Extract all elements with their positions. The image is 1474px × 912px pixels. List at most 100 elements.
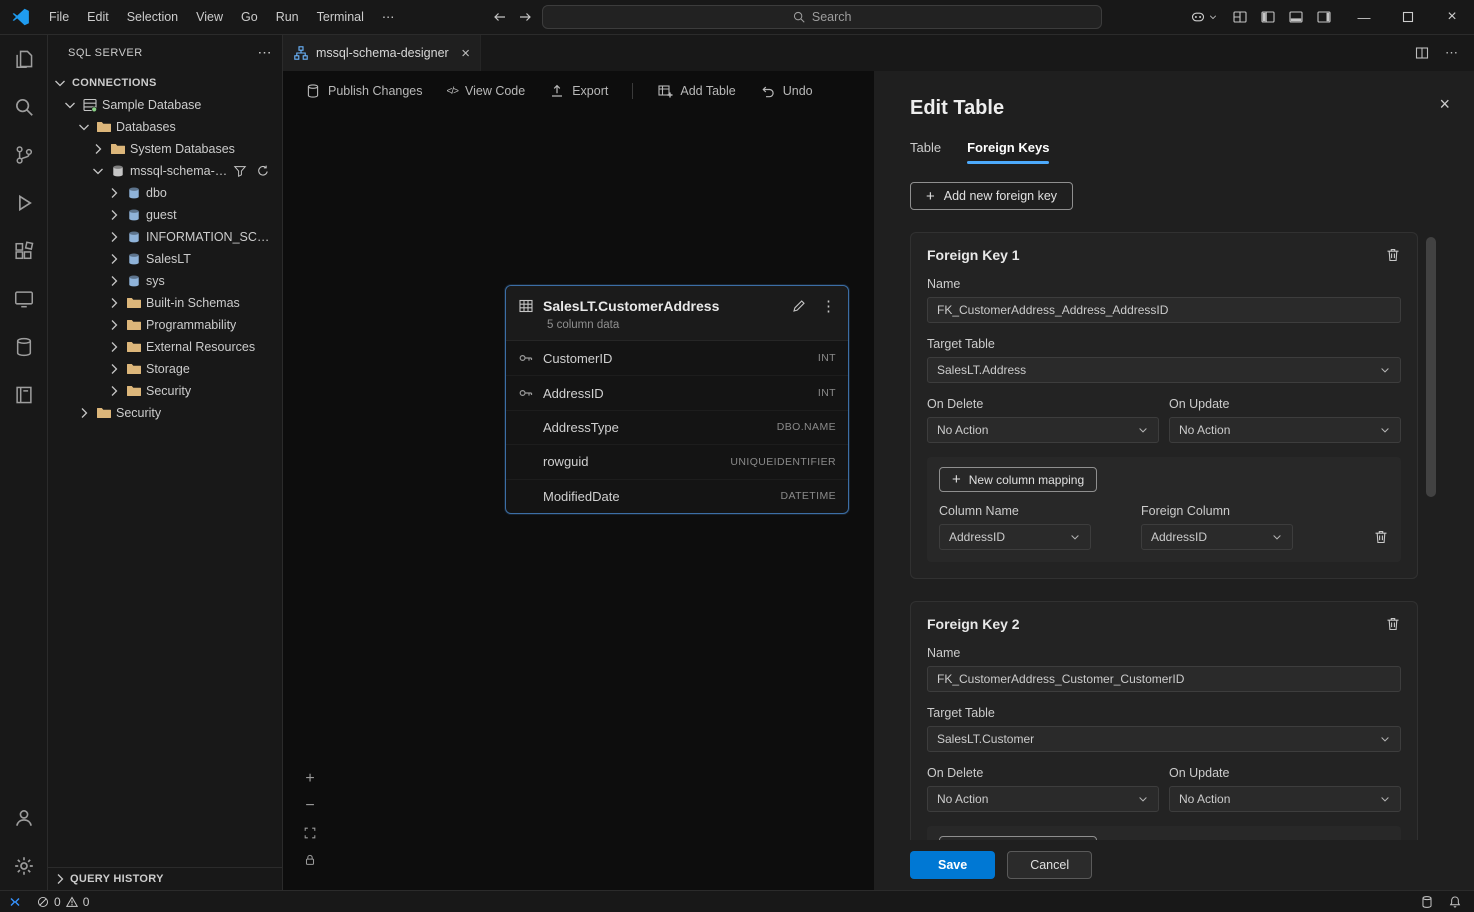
view-code-button[interactable]: </> View Code	[447, 84, 526, 98]
tree-item-server-security[interactable]: Security	[48, 402, 282, 424]
delete-mapping-icon[interactable]	[1373, 529, 1389, 545]
diagram-canvas[interactable]: SalesLT.CustomerAddress ⋮ 5 column data	[283, 111, 874, 890]
menu-more[interactable]: ⋯	[373, 5, 404, 29]
foreign-key-name-input[interactable]	[927, 297, 1401, 323]
filter-icon[interactable]	[233, 164, 247, 178]
delete-foreign-key-icon[interactable]	[1385, 247, 1401, 263]
menu-go[interactable]: Go	[232, 5, 267, 29]
foreign-key-name-input[interactable]	[927, 666, 1401, 692]
menu-edit[interactable]: Edit	[78, 5, 118, 29]
copilot-menu[interactable]	[1190, 9, 1218, 25]
remote-explorer-icon[interactable]	[0, 275, 48, 323]
tree-item-system-databases[interactable]: System Databases	[48, 138, 282, 160]
sidebar-more-icon[interactable]: ⋯	[258, 44, 273, 61]
tree-item-guest[interactable]: guest	[48, 204, 282, 226]
customize-layout-icon[interactable]	[1232, 9, 1248, 25]
layout-controls	[1232, 9, 1332, 25]
add-foreign-key-button[interactable]: + Add new foreign key	[910, 182, 1073, 210]
delete-foreign-key-icon[interactable]	[1385, 616, 1401, 632]
menu-terminal[interactable]: Terminal	[308, 5, 373, 29]
export-button[interactable]: Export	[549, 83, 608, 99]
maximize-button[interactable]	[1386, 0, 1430, 35]
close-window-button[interactable]: ×	[1430, 0, 1474, 35]
target-table-dropdown[interactable]: SalesLT.Address	[927, 357, 1401, 383]
notebooks-icon[interactable]	[0, 371, 48, 419]
toggle-panel-icon[interactable]	[1288, 9, 1304, 25]
panel-scrollbar[interactable]	[1426, 237, 1436, 497]
tree-item-sample-database[interactable]: Sample Database	[48, 94, 282, 116]
source-control-icon[interactable]	[0, 131, 48, 179]
split-editor-icon[interactable]	[1414, 45, 1430, 61]
zoom-out-button[interactable]: −	[302, 798, 318, 814]
fit-view-button[interactable]	[302, 825, 318, 841]
toggle-sidebar-icon[interactable]	[1260, 9, 1276, 25]
zoom-in-button[interactable]: +	[302, 771, 318, 787]
chevron-right-icon	[106, 229, 122, 245]
tree-item-databases[interactable]: Databases	[48, 116, 282, 138]
search-input[interactable]: Search	[542, 5, 1102, 29]
on-update-dropdown[interactable]: No Action	[1169, 417, 1401, 443]
cancel-button[interactable]: Cancel	[1007, 851, 1092, 879]
close-panel-icon[interactable]: ×	[1439, 95, 1450, 113]
menu-selection[interactable]: Selection	[118, 5, 187, 29]
minimize-button[interactable]: —	[1342, 0, 1386, 35]
edit-table-pencil-icon[interactable]	[791, 298, 807, 314]
chevron-right-icon	[106, 383, 122, 399]
tree-item-information-schema[interactable]: INFORMATION_SCHEMA	[48, 226, 282, 248]
tree-item-mssql-schema-database[interactable]: mssql-schema-de...	[48, 160, 282, 182]
column-row[interactable]: AddressID INT	[506, 375, 848, 409]
query-history-section[interactable]: QUERY HISTORY	[48, 867, 282, 890]
column-row[interactable]: CustomerID INT	[506, 341, 848, 375]
tree-item-saleslt[interactable]: SalesLT	[48, 248, 282, 270]
add-table-button[interactable]: Add Table	[657, 83, 735, 99]
explorer-icon[interactable]	[0, 35, 48, 83]
tab-mssql-schema-designer[interactable]: mssql-schema-designer ×	[283, 35, 481, 71]
publish-changes-button[interactable]: Publish Changes	[305, 83, 423, 99]
editor-more-actions-icon[interactable]: ⋯	[1445, 45, 1458, 61]
toggle-secondary-sidebar-icon[interactable]	[1316, 9, 1332, 25]
tab-table[interactable]: Table	[910, 140, 941, 164]
extensions-icon[interactable]	[0, 227, 48, 275]
forward-arrow-icon[interactable]	[517, 9, 533, 25]
on-update-dropdown[interactable]: No Action	[1169, 786, 1401, 812]
target-table-dropdown[interactable]: SalesLT.Customer	[927, 726, 1401, 752]
on-delete-dropdown[interactable]: No Action	[927, 417, 1159, 443]
tree-item-sys[interactable]: sys	[48, 270, 282, 292]
search-view-icon[interactable]	[0, 83, 48, 131]
refresh-icon[interactable]	[256, 164, 270, 178]
column-row[interactable]: ModifiedDate DATETIME	[506, 479, 848, 513]
table-node-menu-icon[interactable]: ⋮	[821, 297, 836, 315]
tree-item-dbo[interactable]: dbo	[48, 182, 282, 204]
tree-item-database-security[interactable]: Security	[48, 380, 282, 402]
problems-status[interactable]: 0 0	[30, 895, 95, 909]
menu-run[interactable]: Run	[267, 5, 308, 29]
account-icon[interactable]	[0, 794, 48, 842]
on-delete-label: On Delete	[927, 397, 1159, 411]
lock-canvas-button[interactable]	[302, 852, 318, 868]
on-delete-dropdown[interactable]: No Action	[927, 786, 1159, 812]
column-row[interactable]: AddressType DBO.NAME	[506, 410, 848, 444]
tab-foreign-keys[interactable]: Foreign Keys	[967, 140, 1049, 164]
table-node-customeraddress[interactable]: SalesLT.CustomerAddress ⋮ 5 column data	[505, 285, 849, 514]
tree-item-programmability[interactable]: Programmability	[48, 314, 282, 336]
tree-item-storage[interactable]: Storage	[48, 358, 282, 380]
tree-item-built-in-schemas[interactable]: Built-in Schemas	[48, 292, 282, 314]
tree-item-external-resources[interactable]: External Resources	[48, 336, 282, 358]
remote-indicator[interactable]	[0, 891, 30, 912]
menu-file[interactable]: File	[40, 5, 78, 29]
run-debug-icon[interactable]	[0, 179, 48, 227]
connection-status-icon[interactable]	[1420, 895, 1434, 909]
column-row[interactable]: rowguid UNIQUEIDENTIFIER	[506, 444, 848, 478]
settings-gear-icon[interactable]	[0, 842, 48, 890]
menu-view[interactable]: View	[187, 5, 232, 29]
column-name-dropdown[interactable]: AddressID	[939, 524, 1091, 550]
foreign-column-dropdown[interactable]: AddressID	[1141, 524, 1293, 550]
save-button[interactable]: Save	[910, 851, 995, 879]
undo-button[interactable]: Undo	[760, 83, 813, 99]
notifications-bell-icon[interactable]	[1448, 895, 1462, 909]
new-column-mapping-button[interactable]: + New column mapping	[939, 467, 1097, 492]
tree-section-connections[interactable]: CONNECTIONS	[48, 72, 282, 94]
sql-server-view-icon[interactable]	[0, 323, 48, 371]
tab-close-icon[interactable]: ×	[461, 46, 470, 61]
back-arrow-icon[interactable]	[492, 9, 508, 25]
